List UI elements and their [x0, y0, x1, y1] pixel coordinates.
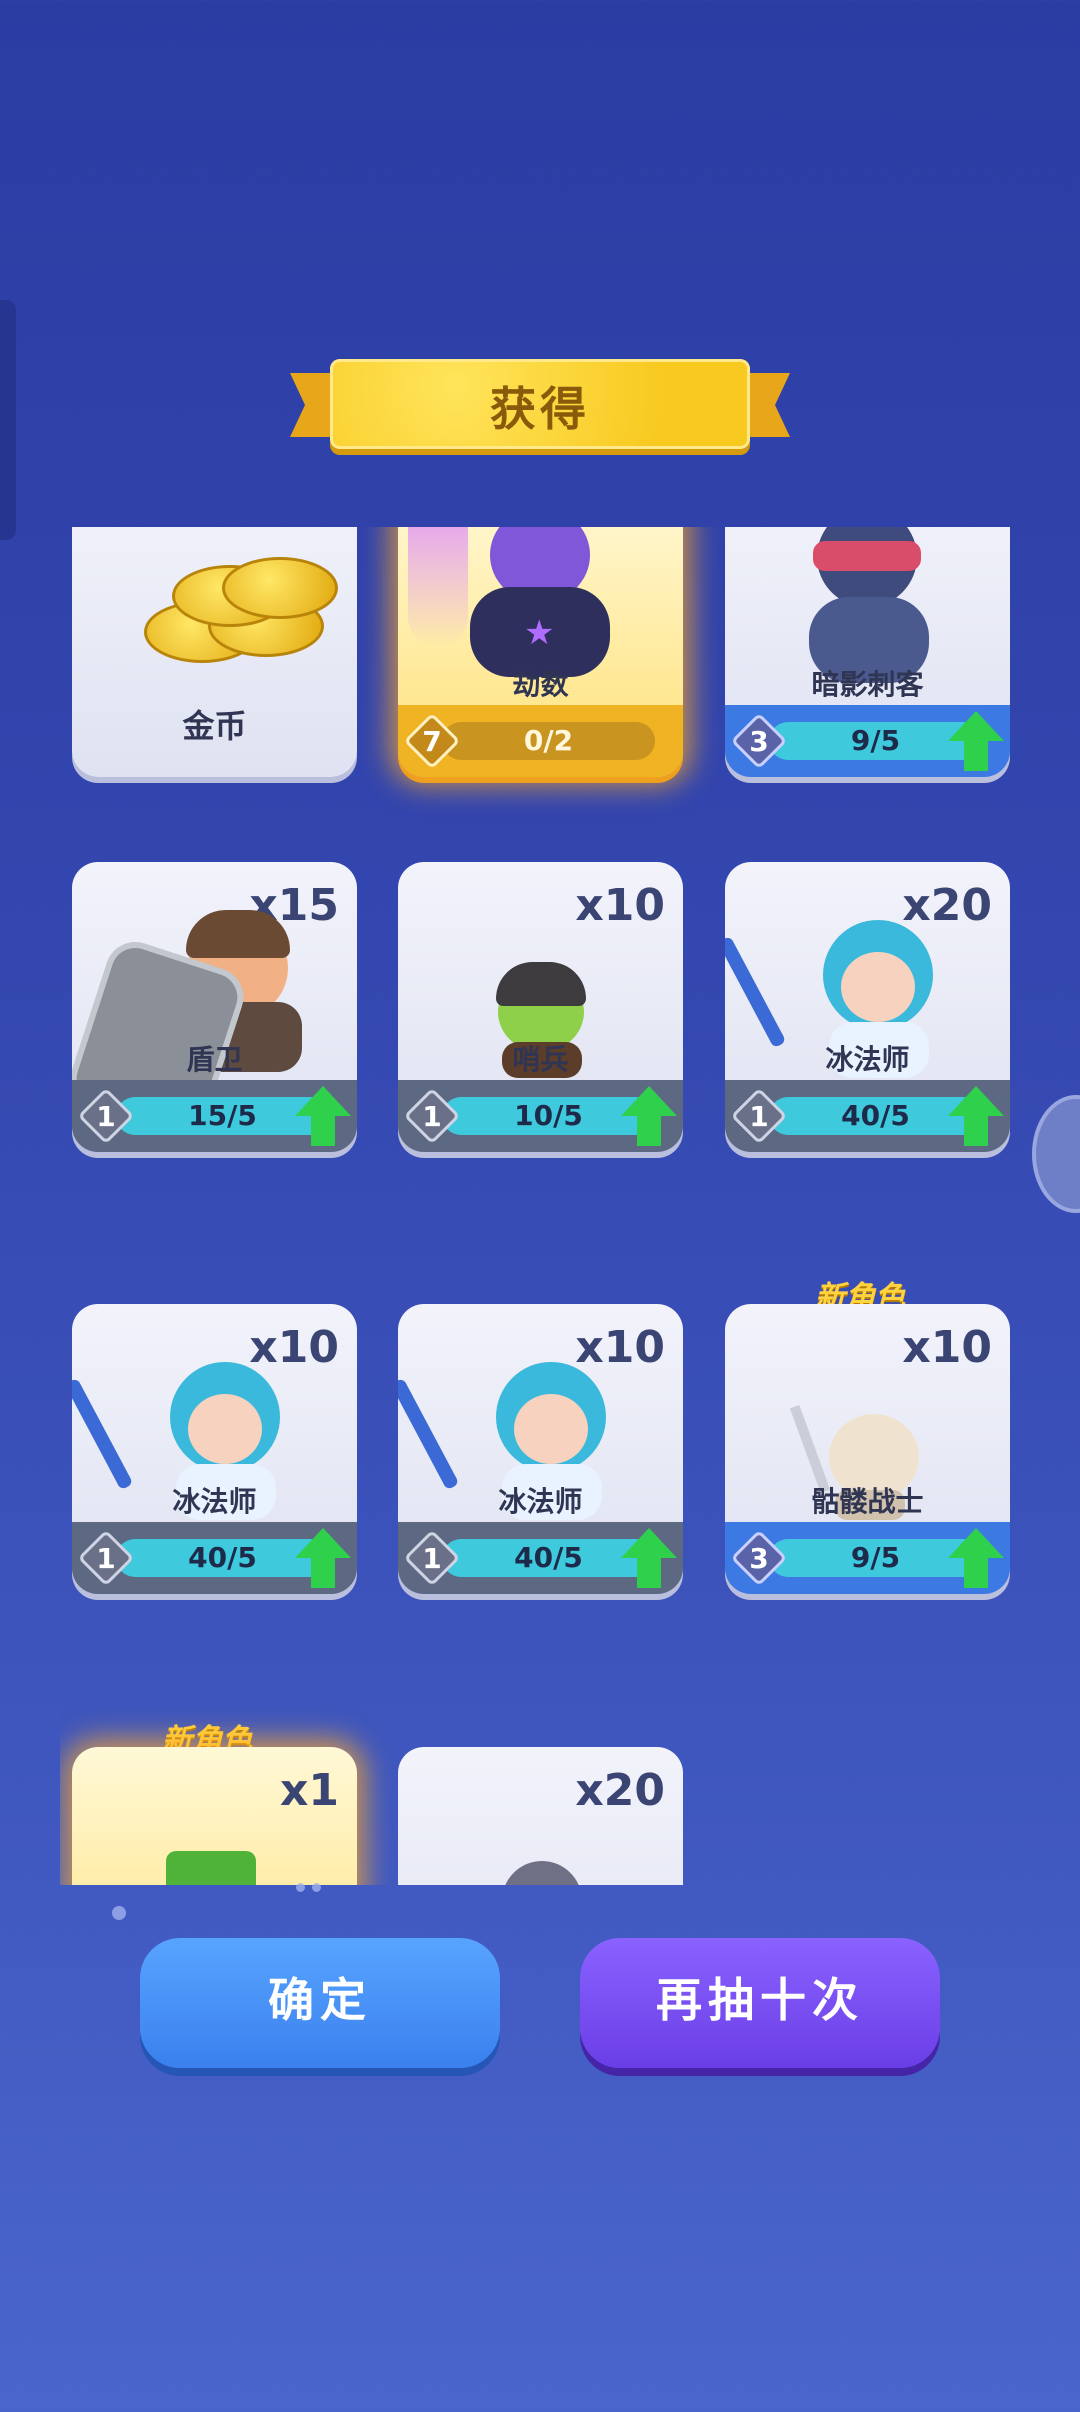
- card-name: 盾卫: [186, 1043, 243, 1076]
- character-hidden-icon: [398, 1747, 683, 1885]
- card-progress: 0/2: [523, 724, 574, 757]
- side-menu-icon[interactable]: [1032, 1095, 1080, 1213]
- reward-card-gold-coins[interactable]: 金币: [72, 527, 357, 777]
- reward-card-unknown[interactable]: x20: [398, 1747, 683, 1885]
- confirm-button[interactable]: 确定: [140, 1938, 500, 2068]
- upgrade-arrow-icon[interactable]: [295, 1086, 351, 1148]
- card-name: 哨兵: [512, 1043, 569, 1076]
- card-progress-bar: 40/5 1: [398, 1522, 683, 1594]
- reward-card-shadow-assassin[interactable]: 暗影刺客 9/5 3: [725, 527, 1010, 777]
- card-name: 骷髅战士: [811, 1485, 924, 1518]
- level-badge: 1: [730, 1087, 788, 1145]
- card-name: 暗影刺客: [811, 668, 924, 701]
- coins-icon: [72, 527, 357, 697]
- upgrade-arrow-icon[interactable]: [948, 711, 1004, 773]
- side-drawer-handle[interactable]: [0, 300, 16, 540]
- page-indicator-dot: [112, 1906, 126, 1920]
- reward-card-sentry[interactable]: x10 哨兵 10/5 1: [398, 862, 683, 1152]
- level-badge: 1: [77, 1087, 135, 1145]
- level-badge: 1: [403, 1087, 461, 1145]
- level-badge: 1: [403, 1529, 461, 1587]
- upgrade-arrow-icon[interactable]: [295, 1528, 351, 1590]
- card-name: 冰法师: [172, 1485, 257, 1518]
- reward-card-ice-mage[interactable]: x10 冰法师 40/5 1: [72, 1304, 357, 1594]
- card-progress-bar: 15/5 1: [72, 1080, 357, 1152]
- reward-card-skeleton-warrior[interactable]: x10 骷髅战士 9/5 3: [725, 1304, 1010, 1594]
- card-progress-bar: 0/2 7: [398, 705, 683, 777]
- card-name: 金币: [182, 707, 247, 745]
- upgrade-arrow-icon[interactable]: [621, 1086, 677, 1148]
- sparkle: [312, 1883, 321, 1892]
- card-progress-bar: 10/5 1: [398, 1080, 683, 1152]
- draw-ten-again-button[interactable]: 再抽十次: [580, 1938, 940, 2068]
- level-badge: 3: [730, 712, 788, 770]
- card-progress-bar: 9/5 3: [725, 1522, 1010, 1594]
- reward-card-shield-guard[interactable]: x15 盾卫 15/5 1: [72, 862, 357, 1152]
- reward-card-ice-mage[interactable]: x10 冰法师 40/5 1: [398, 1304, 683, 1594]
- reward-card-ice-mage[interactable]: x20 冰法师 40/5 1: [725, 862, 1010, 1152]
- card-name: 劫数: [512, 668, 569, 701]
- level-badge: 3: [730, 1529, 788, 1587]
- card-progress-bar: 9/5 3: [725, 705, 1010, 777]
- reward-grid[interactable]: 金币 ★ 劫数 0/2 7 暗影刺客 9/5 3 x15 盾卫 15/5 1 x…: [60, 527, 1020, 1885]
- upgrade-arrow-icon[interactable]: [621, 1528, 677, 1590]
- upgrade-arrow-icon[interactable]: [948, 1086, 1004, 1148]
- level-badge: 1: [77, 1529, 135, 1587]
- gift-box-icon: [72, 1747, 357, 1885]
- sparkle: [296, 1883, 305, 1892]
- card-progress-bar: 40/5 1: [725, 1080, 1010, 1152]
- card-name: 冰法师: [498, 1485, 583, 1518]
- page-title: 获得: [490, 382, 590, 436]
- reward-banner: 获得: [290, 355, 790, 455]
- reward-card-jieshu[interactable]: ★ 劫数 0/2 7: [398, 527, 683, 777]
- reward-card-new-item[interactable]: x1: [72, 1747, 357, 1885]
- card-progress-bar: 40/5 1: [72, 1522, 357, 1594]
- upgrade-arrow-icon[interactable]: [948, 1528, 1004, 1590]
- card-name: 冰法师: [825, 1043, 910, 1076]
- level-badge: 7: [403, 712, 461, 770]
